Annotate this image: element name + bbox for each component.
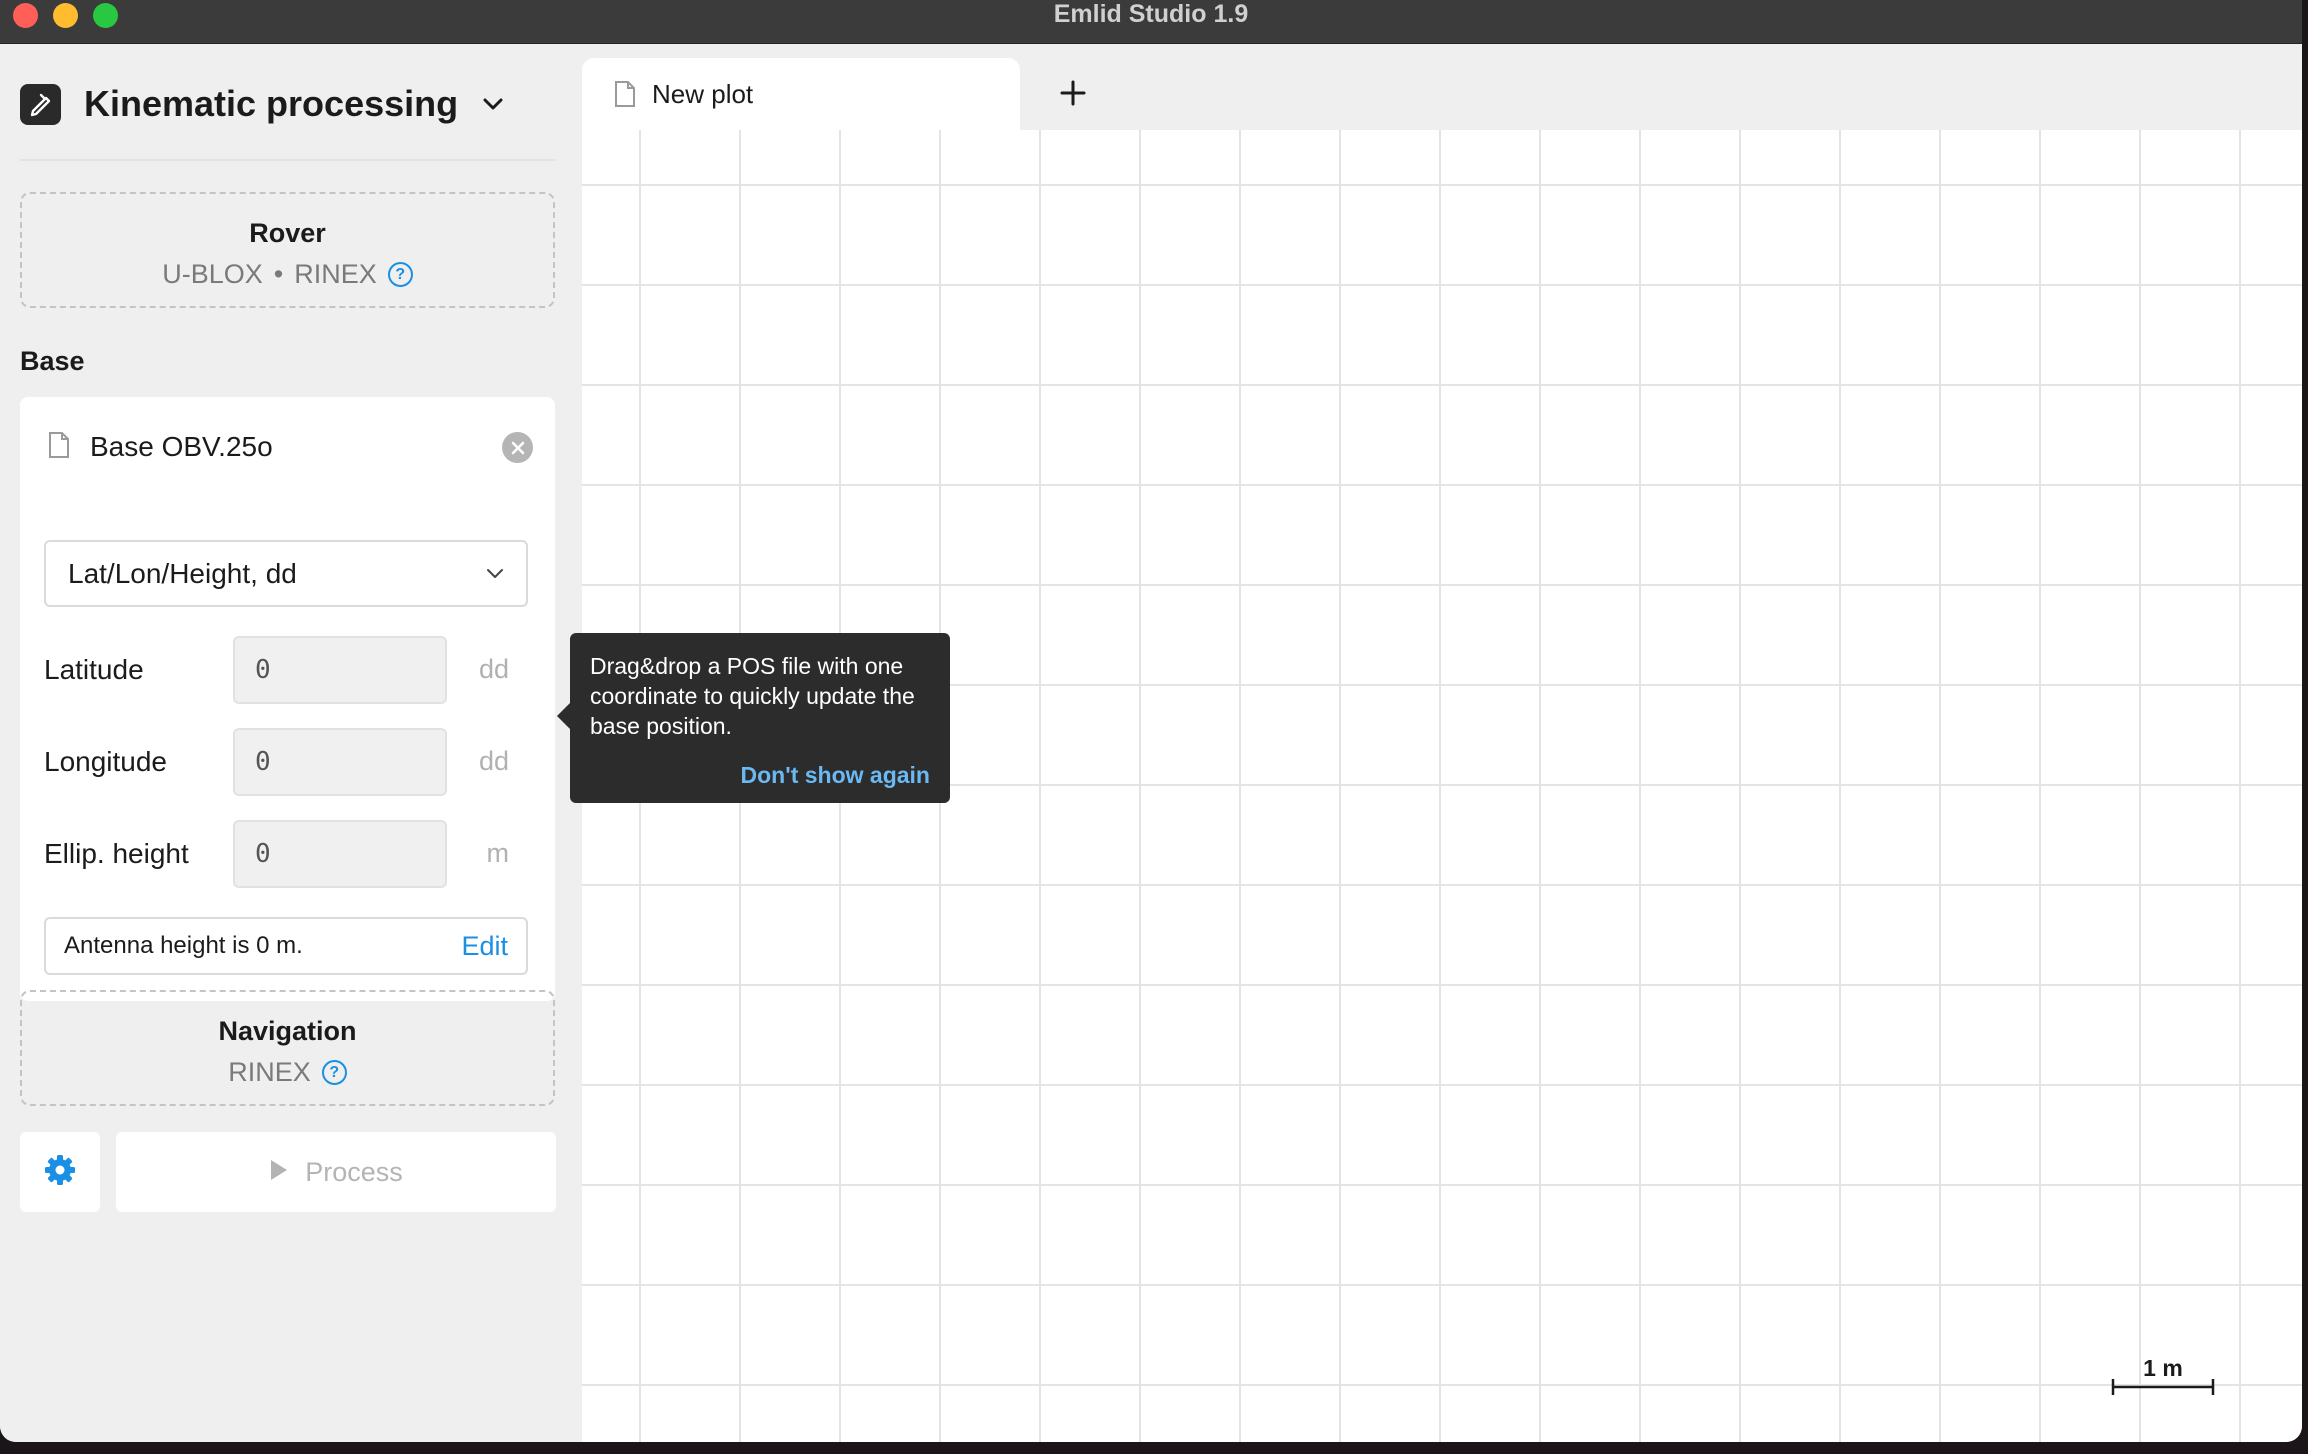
latitude-input[interactable]: 0 [233, 636, 447, 704]
navigation-subtitle: RINEX ? [22, 1057, 553, 1088]
longitude-row: Longitude 0 dd [44, 728, 529, 796]
navigation-format: RINEX [228, 1057, 311, 1087]
base-card: Base OBV.25o Lat/Lon/Height, dd Latitude… [20, 397, 555, 1001]
base-position-tooltip: Drag&drop a POS file with one coordinate… [557, 633, 950, 803]
coordinate-format-select[interactable]: Lat/Lon/Height, dd [44, 540, 528, 607]
navigation-drop-zone[interactable]: Navigation RINEX ? [20, 990, 555, 1106]
rover-separator: • [273, 259, 284, 289]
antenna-edit-link[interactable]: Edit [461, 931, 508, 962]
pen-icon [20, 83, 61, 125]
rover-title: Rover [249, 218, 326, 248]
rover-drop-zone[interactable]: Rover U-BLOX • RINEX ? [20, 192, 555, 308]
app-window: Emlid Studio 1.9 Kinematic processing Ro… [0, 0, 2302, 1442]
base-file-row: Base OBV.25o [48, 427, 533, 467]
tab-new-plot[interactable]: New plot [582, 58, 1020, 130]
ellip-height-label: Ellip. height [44, 838, 189, 869]
settings-button[interactable] [20, 1132, 100, 1212]
chevron-down-icon [482, 97, 504, 111]
tooltip-text: Drag&drop a POS file with one coordinate… [590, 653, 915, 739]
window-title: Emlid Studio 1.9 [1053, 0, 1249, 28]
ellip-height-input[interactable]: 0 [233, 820, 447, 888]
ellip-height-unit: m [486, 838, 510, 868]
tab-bar: New plot [582, 44, 2302, 130]
title-bar: Emlid Studio 1.9 [0, 0, 2302, 44]
play-icon [269, 1158, 289, 1187]
plus-icon [1060, 80, 1086, 111]
latitude-row: Latitude 0 dd [44, 636, 529, 704]
latitude-label: Latitude [44, 654, 144, 685]
antenna-height-text: Antenna height is 0 m. [64, 932, 303, 959]
navigation-title: Navigation [218, 1016, 357, 1046]
tab-label: New plot [652, 78, 754, 109]
tooltip-arrow [557, 703, 570, 729]
rover-format: RINEX [294, 259, 377, 289]
base-section-label: Base [20, 346, 85, 376]
add-tab-button[interactable] [1046, 68, 1100, 122]
question-circle-icon[interactable]: ? [387, 262, 413, 287]
longitude-label: Longitude [44, 746, 168, 777]
gear-icon [43, 1153, 77, 1192]
file-icon [614, 80, 636, 108]
mode-title: Kinematic processing [84, 83, 459, 124]
scale-bar: 1 m [2110, 1355, 2216, 1395]
file-icon [48, 431, 70, 464]
sidebar: Kinematic processing Rover U-BLOX • RINE… [0, 44, 582, 1442]
ellip-height-row: Ellip. height 0 m [44, 820, 529, 888]
sidebar-divider [20, 159, 555, 161]
rover-subtitle: U-BLOX • RINEX ? [22, 259, 553, 290]
coordinate-format-value: Lat/Lon/Height, dd [68, 557, 297, 589]
process-label: Process [305, 1156, 403, 1187]
dont-show-again-link[interactable]: Don't show again [741, 762, 930, 789]
chevron-down-icon [486, 568, 504, 580]
rover-receiver: U-BLOX [162, 259, 263, 289]
latitude-unit: dd [478, 654, 509, 684]
antenna-height-row: Antenna height is 0 m. Edit [44, 917, 528, 975]
mode-selector[interactable]: Kinematic processing [20, 76, 504, 132]
question-circle-icon[interactable]: ? [321, 1060, 347, 1085]
process-button[interactable]: Process [116, 1132, 556, 1212]
desktop-background [0, 1442, 2308, 1454]
longitude-input[interactable]: 0 [233, 728, 447, 796]
base-file-name: Base OBV.25o [90, 431, 273, 462]
close-circle-icon[interactable] [502, 432, 533, 463]
longitude-unit: dd [478, 746, 509, 776]
